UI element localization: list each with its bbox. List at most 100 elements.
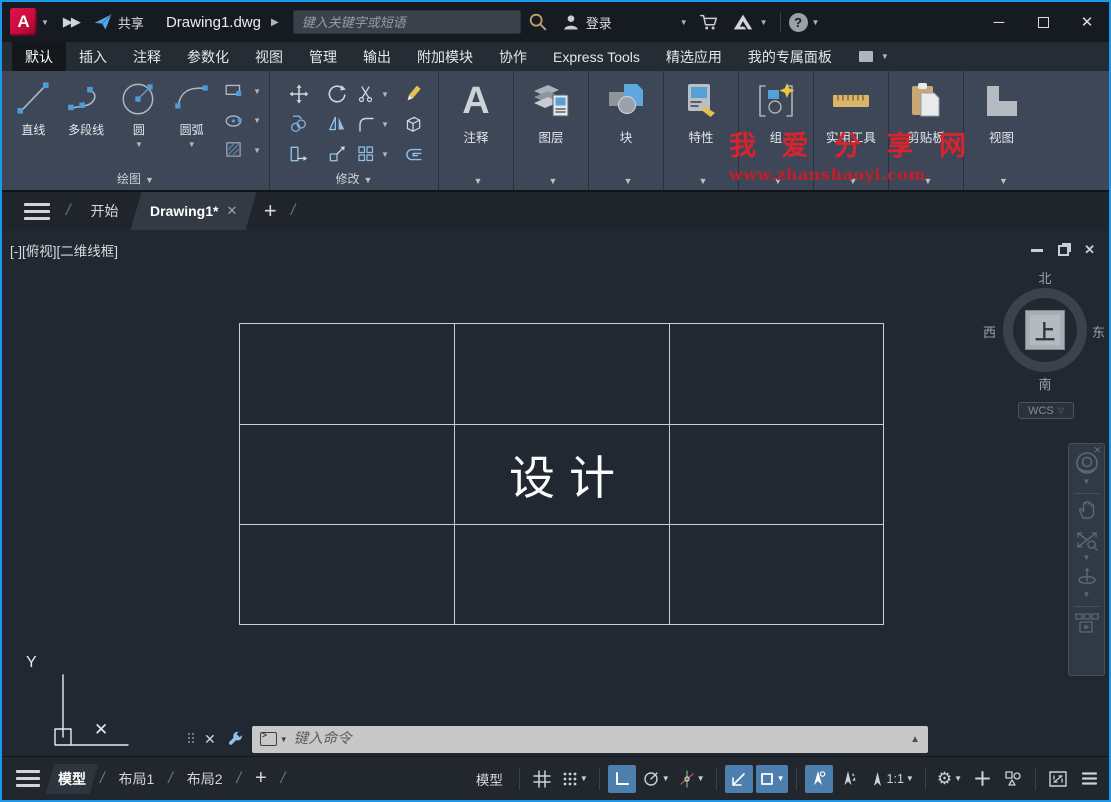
- annotation-scale-button[interactable]: 1:1 ▼: [867, 765, 917, 793]
- ribbon-tab-manage[interactable]: 管理: [296, 42, 350, 71]
- annotate-label[interactable]: 注释: [463, 127, 488, 146]
- command-dropdown-icon[interactable]: ▼: [280, 735, 288, 744]
- layout1-tab[interactable]: 布局1: [110, 764, 162, 794]
- ribbon-tab-addins[interactable]: 附加模块: [404, 42, 486, 71]
- clipboard-icon[interactable]: [903, 79, 949, 123]
- osnap-dropdown-icon[interactable]: ▼: [777, 774, 785, 783]
- autodesk-logo-icon[interactable]: [732, 11, 754, 33]
- clean-screen-button[interactable]: [1044, 765, 1072, 793]
- layers-icon[interactable]: [528, 79, 574, 123]
- sign-in-button[interactable]: 登录: [555, 12, 618, 32]
- viewcube-top-face[interactable]: 上: [1025, 310, 1065, 350]
- pan-hand-icon[interactable]: [1075, 498, 1099, 522]
- circle-dropdown-icon[interactable]: ▼: [135, 140, 143, 149]
- annotation-visibility-toggle[interactable]: [804, 764, 833, 793]
- offset-button[interactable]: [403, 144, 423, 164]
- layout2-tab[interactable]: 布局2: [179, 764, 231, 794]
- command-close-icon[interactable]: ✕: [204, 731, 216, 748]
- mirror-button[interactable]: [327, 114, 347, 134]
- arc-dropdown-icon[interactable]: ▼: [188, 140, 196, 149]
- autodesk-caret-icon[interactable]: ▼: [760, 18, 768, 27]
- navwheel-dropdown-icon[interactable]: ▼: [1083, 477, 1091, 486]
- block-label[interactable]: 块: [620, 127, 633, 146]
- fillet-button[interactable]: ▼: [357, 115, 393, 133]
- ellipse-button[interactable]: ▼: [223, 109, 265, 133]
- ribbon-tab-featured-apps[interactable]: 精选应用: [653, 42, 735, 71]
- properties-label[interactable]: 特性: [688, 127, 713, 146]
- new-drawing-tab-button[interactable]: +: [264, 200, 277, 222]
- groups-icon[interactable]: [753, 79, 799, 123]
- command-input-bar[interactable]: ▼ ▲: [251, 725, 928, 753]
- viewcube-west[interactable]: 西: [983, 322, 996, 341]
- layers-label[interactable]: 图层: [538, 127, 563, 146]
- orbit-icon[interactable]: [1075, 565, 1099, 589]
- iso-dropdown-icon[interactable]: ▼: [697, 774, 705, 783]
- showmotion-icon[interactable]: [1074, 611, 1100, 635]
- clipboard-label[interactable]: 剪贴板: [907, 127, 945, 146]
- groups-panel-expander[interactable]: ▼: [739, 173, 813, 187]
- ribbon-tab-home[interactable]: 默认: [12, 42, 66, 71]
- drawing-canvas[interactable]: [-][俯视][二维线框] ✕ 设计 北 上 西 东 南 WCS ▽ ✕ ▼ ▼…: [2, 230, 1109, 756]
- ribbon-tab-insert[interactable]: 插入: [66, 42, 120, 71]
- command-prompt-icon[interactable]: [259, 730, 277, 746]
- polar-tracking-toggle[interactable]: ▼: [639, 765, 673, 793]
- grid-toggle[interactable]: [528, 765, 556, 793]
- model-space-button[interactable]: 模型: [468, 769, 511, 789]
- zoom-dropdown-icon[interactable]: ▼: [1083, 553, 1091, 562]
- trim-dropdown-icon[interactable]: ▼: [381, 90, 389, 99]
- iso-drafting-toggle[interactable]: ▼: [676, 765, 708, 793]
- ribbon-tab-annotate[interactable]: 注释: [120, 42, 174, 71]
- navbar-close-icon[interactable]: ✕: [1093, 445, 1101, 456]
- scale-dropdown-icon[interactable]: ▼: [906, 774, 914, 783]
- object-snap-tracking-toggle[interactable]: [724, 764, 753, 793]
- status-customize-button[interactable]: [1075, 765, 1103, 793]
- layout-menu-icon[interactable]: [16, 770, 40, 787]
- start-tab[interactable]: 开始: [76, 192, 132, 230]
- circle-button[interactable]: 圆 ▼: [114, 77, 165, 168]
- close-tab-icon[interactable]: ✕: [227, 203, 238, 219]
- stretch-button[interactable]: [289, 144, 309, 164]
- box-button[interactable]: [403, 114, 423, 134]
- view-label[interactable]: 视图: [989, 127, 1014, 146]
- viewport-restore-icon[interactable]: [1058, 244, 1070, 256]
- ribbon-tab-output[interactable]: 输出: [350, 42, 404, 71]
- quick-access-expand-icon[interactable]: ▶▶: [63, 14, 81, 30]
- snap-toggle[interactable]: ▼: [559, 765, 591, 793]
- command-input[interactable]: [293, 731, 905, 747]
- utilities-panel-expander[interactable]: ▼: [814, 173, 888, 187]
- viewcube-south[interactable]: 南: [980, 374, 1109, 393]
- workspace-dropdown-icon[interactable]: ▼: [954, 774, 962, 783]
- scale-button[interactable]: [327, 144, 347, 164]
- isolate-objects-button[interactable]: [999, 765, 1027, 793]
- polar-dropdown-icon[interactable]: ▼: [662, 774, 670, 783]
- command-drag-grip[interactable]: [188, 733, 196, 745]
- viewport-close-icon[interactable]: ✕: [1084, 242, 1095, 258]
- view-icon[interactable]: [979, 79, 1025, 123]
- rectangle-dropdown-icon[interactable]: ▼: [253, 87, 261, 96]
- cart-icon[interactable]: [698, 11, 720, 33]
- annotate-panel-expander[interactable]: ▼: [439, 173, 513, 187]
- arc-button[interactable]: 圆弧 ▼: [166, 77, 217, 168]
- groups-label[interactable]: 组: [770, 127, 783, 146]
- properties-icon[interactable]: [678, 79, 724, 123]
- move-button[interactable]: [289, 84, 309, 104]
- ribbon-tab-custom-panel[interactable]: 我的专属面板: [735, 42, 845, 71]
- workspace-switching-button[interactable]: ⚙ ▼: [934, 765, 965, 793]
- ellipse-dropdown-icon[interactable]: ▼: [253, 116, 261, 125]
- object-snap-toggle[interactable]: ▼: [755, 764, 788, 793]
- orbit-dropdown-icon[interactable]: ▼: [1083, 590, 1091, 599]
- layers-panel-expander[interactable]: ▼: [514, 173, 588, 187]
- wcs-dropdown[interactable]: WCS ▽: [1018, 402, 1074, 419]
- help-icon[interactable]: ?: [788, 12, 808, 32]
- ribbon-display-toggle[interactable]: ▼: [858, 42, 893, 71]
- hatch-button[interactable]: ▼: [223, 138, 265, 162]
- app-menu-caret-icon[interactable]: ▼: [41, 18, 49, 27]
- app-menu-button[interactable]: A: [10, 8, 37, 36]
- ribbon-tab-view[interactable]: 视图: [242, 42, 296, 71]
- view-panel-expander[interactable]: ▼: [964, 173, 1039, 187]
- rotate-button[interactable]: [327, 84, 347, 104]
- maximize-button[interactable]: [1021, 2, 1065, 42]
- ortho-toggle[interactable]: [607, 764, 636, 793]
- block-icon[interactable]: [603, 79, 649, 123]
- account-caret-icon[interactable]: ▼: [680, 18, 688, 27]
